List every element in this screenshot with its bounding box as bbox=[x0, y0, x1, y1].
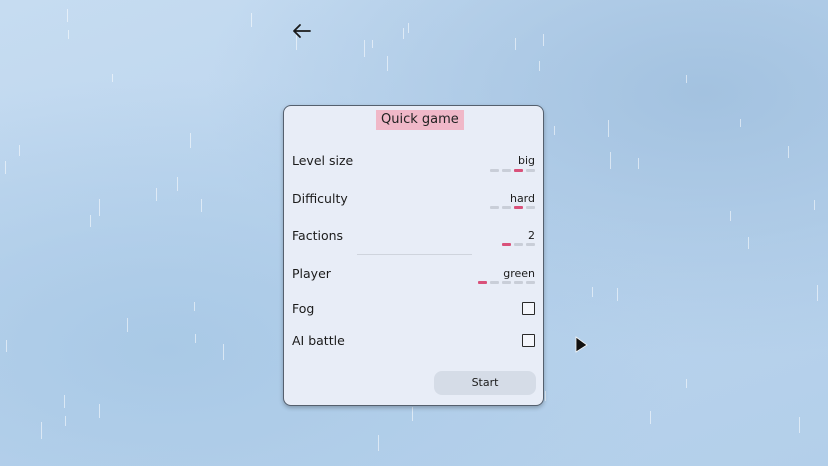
rain-streak bbox=[99, 404, 100, 418]
option-dot bbox=[478, 281, 487, 284]
setting-value: big bbox=[517, 154, 535, 167]
divider bbox=[357, 254, 472, 255]
rain-streak bbox=[65, 416, 66, 426]
rain-streak bbox=[127, 318, 128, 332]
rain-streak bbox=[554, 126, 555, 135]
rain-streak bbox=[364, 40, 365, 57]
option-indicator bbox=[502, 243, 535, 246]
option-dot bbox=[526, 206, 535, 209]
rain-streak bbox=[515, 38, 516, 50]
rain-streak bbox=[67, 9, 68, 22]
option-dot bbox=[514, 169, 523, 172]
setting-label: Difficulty bbox=[292, 191, 348, 206]
toggle-label: AI battle bbox=[292, 333, 345, 348]
start-button[interactable]: Start bbox=[434, 371, 536, 395]
rain-streak bbox=[617, 288, 618, 301]
setting-value: 2 bbox=[528, 229, 535, 242]
rain-streak bbox=[412, 407, 413, 421]
toggle-label: Fog bbox=[292, 301, 315, 316]
option-dot bbox=[502, 169, 511, 172]
rain-streak bbox=[638, 158, 639, 169]
rain-streak bbox=[539, 61, 540, 71]
fog-checkbox[interactable] bbox=[522, 302, 535, 315]
rain-streak bbox=[686, 75, 687, 83]
rain-streak bbox=[799, 417, 800, 433]
option-dot bbox=[526, 281, 535, 284]
rain-streak bbox=[251, 13, 252, 27]
rain-streak bbox=[6, 340, 7, 352]
setting-label: Level size bbox=[292, 153, 354, 168]
setting-value: green bbox=[503, 267, 535, 280]
rain-streak bbox=[608, 120, 609, 137]
rain-streak bbox=[372, 40, 373, 48]
quick-game-panel: Quick game Level size big Difficulty har… bbox=[283, 105, 544, 406]
rain-streak bbox=[610, 152, 611, 169]
option-dot bbox=[514, 206, 523, 209]
rain-streak bbox=[177, 177, 178, 191]
option-dot bbox=[526, 243, 535, 246]
option-dot bbox=[514, 281, 523, 284]
rain-streak bbox=[788, 146, 789, 158]
rain-streak bbox=[112, 74, 113, 82]
option-dot bbox=[502, 206, 511, 209]
rain-streak bbox=[408, 23, 409, 33]
rain-streak bbox=[68, 30, 69, 39]
option-dot bbox=[526, 169, 535, 172]
option-indicator bbox=[490, 169, 535, 172]
rain-streak bbox=[41, 422, 42, 439]
rain-streak bbox=[740, 119, 741, 127]
rain-streak bbox=[650, 411, 651, 424]
rain-streak bbox=[156, 188, 157, 201]
option-indicator bbox=[490, 206, 535, 209]
rain-streak bbox=[19, 145, 20, 156]
option-dot bbox=[490, 169, 499, 172]
rain-streak bbox=[5, 161, 6, 174]
rain-streak bbox=[195, 334, 196, 343]
back-arrow-icon[interactable] bbox=[289, 18, 315, 44]
setting-value: hard bbox=[509, 192, 535, 205]
rain-streak bbox=[201, 199, 202, 212]
setting-label: Factions bbox=[292, 228, 344, 243]
ai-battle-checkbox[interactable] bbox=[522, 334, 535, 347]
option-indicator bbox=[478, 281, 535, 284]
rain-streak bbox=[194, 302, 195, 311]
rain-streak bbox=[223, 344, 224, 360]
rain-streak bbox=[64, 395, 65, 408]
setting-label: Player bbox=[292, 266, 331, 281]
rain-streak bbox=[99, 199, 100, 216]
mouse-pointer-icon bbox=[575, 336, 589, 354]
rain-streak bbox=[543, 34, 544, 46]
option-dot bbox=[502, 243, 511, 246]
option-dot bbox=[502, 281, 511, 284]
panel-title: Quick game bbox=[376, 110, 464, 130]
rain-streak bbox=[403, 28, 404, 39]
rain-streak bbox=[378, 435, 379, 451]
rain-streak bbox=[817, 285, 818, 301]
rain-streak bbox=[814, 200, 815, 210]
rain-streak bbox=[730, 211, 731, 221]
rain-streak bbox=[686, 379, 687, 388]
option-dot bbox=[514, 243, 523, 246]
rain-streak bbox=[90, 215, 91, 227]
rain-streak bbox=[545, 391, 546, 401]
rain-streak bbox=[190, 133, 191, 148]
rain-streak bbox=[387, 56, 388, 71]
rain-streak bbox=[748, 237, 749, 249]
rain-streak bbox=[592, 287, 593, 297]
option-dot bbox=[490, 206, 499, 209]
option-dot bbox=[490, 281, 499, 284]
